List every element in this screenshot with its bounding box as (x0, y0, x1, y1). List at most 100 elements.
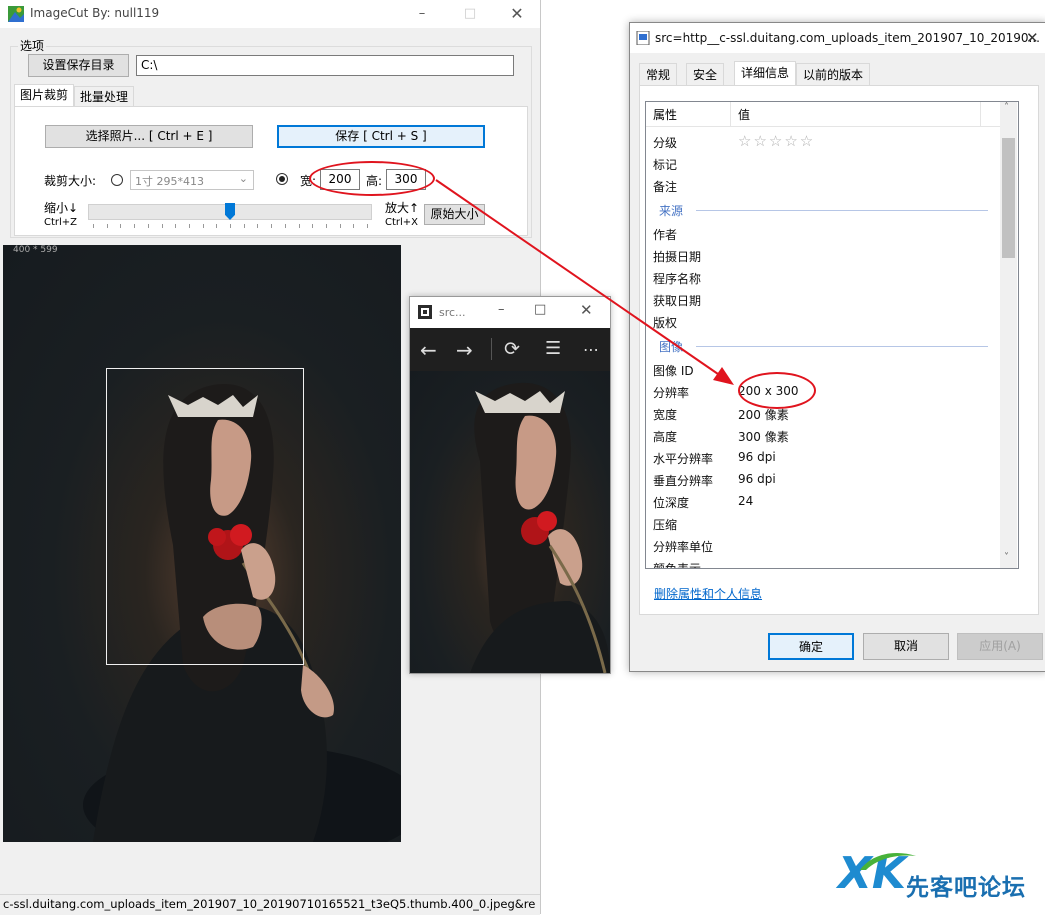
header-divider (980, 102, 981, 126)
scroll-up-icon[interactable]: ˄ (1004, 102, 1009, 113)
property-label: 作者 (653, 228, 678, 242)
original-size-button[interactable]: 原始大小 (424, 204, 485, 225)
annotation-ellipse-size (309, 161, 435, 196)
custom-size-radio[interactable] (276, 173, 288, 185)
status-bar: c-ssl.duitang.com_uploads_item_201907_10… (0, 894, 540, 915)
apply-button[interactable]: 应用(A) (957, 633, 1043, 660)
scroll-down-icon[interactable]: ˅ (1004, 552, 1009, 563)
property-label: 水平分辨率 (653, 452, 714, 466)
property-label: 拍摄日期 (653, 250, 702, 264)
viewer-title: src... (439, 306, 466, 319)
preset-size-value: 1寸 295*413 (135, 175, 204, 188)
property-label: 高度 (653, 430, 678, 444)
more-icon[interactable]: ⋯ (583, 340, 599, 359)
property-label: 分辨率单位 (653, 540, 714, 554)
property-label: 压缩 (653, 518, 678, 532)
section-divider (696, 210, 988, 211)
preset-size-select[interactable]: 1寸 295*413 ⌄ (130, 170, 254, 190)
close-icon[interactable]: ✕ (505, 4, 529, 24)
ok-button[interactable]: 确定 (768, 633, 854, 660)
slider-tick (134, 224, 136, 228)
set-save-dir-button[interactable]: 设置保存目录 (28, 54, 129, 77)
slider-tick (243, 224, 245, 228)
image-file-icon (636, 31, 650, 45)
col-value-header[interactable]: 值 (738, 106, 750, 123)
property-label: 图像 ID (653, 364, 694, 378)
slider-tick (298, 224, 300, 228)
tab-previous-versions[interactable]: 以前的版本 (796, 63, 871, 85)
property-label: 分级 (653, 136, 678, 150)
slider-tick (188, 224, 190, 228)
minimize-icon[interactable]: – (498, 302, 505, 317)
property-list[interactable]: 属性 值 ☆☆☆☆☆ 来源 图像 ˄ ˅ 分级 标记 备注 作者 拍摄日期 程序名称 获取日… (645, 101, 1019, 569)
zoom-out-shortcut: Ctrl+Z (44, 217, 78, 228)
col-property-header[interactable]: 属性 (653, 106, 677, 123)
section-source-label: 来源 (659, 204, 684, 218)
slider-tick (202, 224, 204, 228)
window-title: ImageCut By: null119 (30, 6, 160, 20)
property-label: 分辨率 (653, 386, 690, 400)
slider-tick (367, 224, 368, 228)
preset-size-radio[interactable] (111, 174, 123, 186)
chevron-down-icon: ⌄ (238, 172, 248, 185)
rotate-icon[interactable]: ⟳ (504, 338, 520, 360)
slider-tick (353, 224, 355, 228)
property-label: 获取日期 (653, 294, 702, 308)
slider-tick (216, 224, 218, 228)
viewer-titlebar[interactable]: src... – □ ✕ (410, 297, 610, 328)
file-properties-dialog: src=http__c-ssl.duitang.com_uploads_item… (629, 22, 1045, 672)
save-dir-input[interactable]: C:\ (136, 55, 514, 76)
watermark-text: 先客吧论坛 (906, 874, 1026, 901)
property-value[interactable]: 24 (738, 494, 753, 508)
close-icon[interactable]: ✕ (580, 301, 593, 319)
property-label: 垂直分辨率 (653, 474, 714, 488)
maximize-icon[interactable]: □ (458, 4, 482, 24)
zoom-in-shortcut: Ctrl+X (385, 217, 419, 228)
section-divider (696, 346, 988, 347)
property-label: 颜色表示 (653, 562, 702, 569)
remove-properties-link[interactable]: 删除属性和个人信息 (654, 585, 762, 602)
cancel-button[interactable]: 取消 (863, 633, 949, 660)
tab-details[interactable]: 详细信息 (734, 61, 797, 86)
rating-stars[interactable]: ☆☆☆☆☆ (738, 132, 815, 150)
tab-crop[interactable]: 图片裁剪 (14, 84, 75, 107)
viewer-image (410, 371, 610, 673)
slider-tick (147, 224, 149, 228)
zoom-out-label: 缩小↓ (44, 201, 79, 215)
photo-canvas[interactable]: 400 * 599 (3, 245, 401, 842)
toolbar-divider (491, 338, 492, 360)
menu-icon[interactable]: ☰ (545, 338, 561, 359)
imagecut-titlebar[interactable]: ImageCut By: null119 – □ ✕ (0, 0, 540, 28)
crop-rectangle[interactable] (106, 368, 304, 665)
slider-tick (230, 224, 231, 228)
annotation-ellipse-resolution (738, 372, 816, 409)
photos-app-icon (418, 305, 432, 319)
maximize-icon[interactable]: □ (534, 302, 546, 317)
scrollbar-thumb[interactable] (1002, 138, 1015, 258)
close-icon[interactable]: ✕ (1026, 29, 1039, 47)
property-value[interactable]: 96 dpi (738, 472, 776, 486)
options-group-label: 选项 (18, 37, 47, 54)
slider-tick (271, 224, 273, 228)
tab-security[interactable]: 安全 (686, 63, 725, 85)
select-photo-button[interactable]: 选择照片... [ Ctrl + E ] (45, 125, 253, 148)
property-label: 位深度 (653, 496, 690, 510)
image-dimensions-label: 400 * 599 (13, 245, 58, 255)
property-value[interactable]: 96 dpi (738, 450, 776, 464)
crop-size-label: 裁剪大小: (44, 174, 97, 188)
viewer-toolbar: ← → ⟳ ☰ ⋯ (410, 328, 610, 371)
slider-tick (339, 224, 341, 228)
status-text: c-ssl.duitang.com_uploads_item_201907_10… (3, 897, 536, 911)
property-label: 标记 (653, 158, 678, 172)
property-value[interactable]: 300 像素 (738, 428, 789, 445)
minimize-icon[interactable]: – (410, 4, 434, 24)
list-scrollbar[interactable]: ˄ ˅ (1000, 102, 1017, 568)
tab-general[interactable]: 常规 (639, 63, 678, 85)
section-image-label: 图像 (659, 340, 684, 354)
forward-arrow-icon[interactable]: → (456, 338, 473, 362)
header-divider (730, 102, 731, 126)
tab-batch[interactable]: 批量处理 (74, 86, 135, 106)
back-arrow-icon[interactable]: ← (420, 338, 437, 362)
save-button[interactable]: 保存 [ Ctrl + S ] (277, 125, 485, 148)
properties-titlebar[interactable]: src=http__c-ssl.duitang.com_uploads_item… (630, 23, 1045, 53)
